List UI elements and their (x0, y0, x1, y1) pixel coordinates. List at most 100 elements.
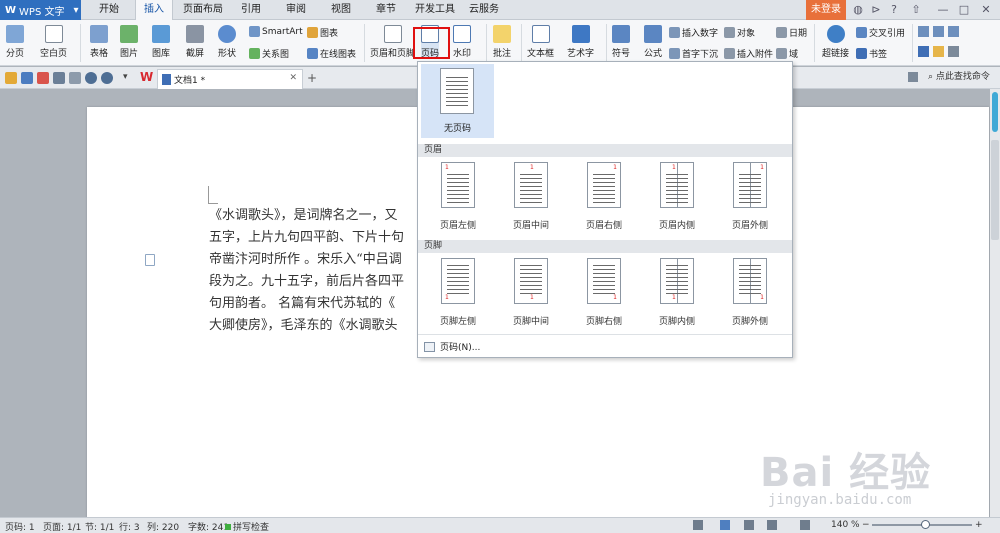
doc-line-3[interactable]: 帝凿汴河时所作 。宋乐入“中吕调 (209, 251, 402, 269)
formula-button[interactable]: 公式 (644, 25, 662, 59)
chevron-down-icon[interactable]: ▾ (123, 72, 128, 82)
blank-page-button[interactable]: 空白页 (40, 25, 67, 59)
ribbon-extra-icon-1[interactable] (918, 26, 929, 37)
tab-insert[interactable]: 插入 (135, 0, 173, 21)
cross-ref-button[interactable]: 交叉引用 (856, 26, 905, 39)
zoom-in-icon[interactable]: + (975, 520, 983, 530)
header-outside-option[interactable]: 1 页眉外侧 (715, 160, 785, 232)
page-break-button[interactable]: 分页 (6, 25, 24, 59)
picture-button[interactable]: 图片 (120, 25, 138, 59)
date-button[interactable]: 日期 (776, 26, 807, 39)
tab-review[interactable]: 审阅 (277, 0, 315, 20)
bookmark-button[interactable]: 书签 (856, 47, 887, 60)
watermark-button[interactable]: 水印 (453, 25, 471, 59)
tab-cloud[interactable]: 云服务 (464, 0, 504, 20)
footer-right-option[interactable]: 1 页脚右侧 (569, 256, 639, 328)
paragraph-icon[interactable] (145, 254, 155, 266)
drop-cap-button[interactable]: 首字下沉 (669, 47, 718, 60)
ribbon-extra-icon-4[interactable] (918, 46, 929, 57)
pdf-icon[interactable] (37, 72, 49, 84)
zoom-out-icon[interactable]: − (862, 520, 870, 530)
close-icon[interactable]: ✕ (978, 0, 994, 20)
comment-button[interactable]: 批注 (493, 25, 511, 59)
no-page-number-option[interactable]: 无页码 (421, 64, 494, 138)
footer-outside-option[interactable]: 1 页脚外侧 (715, 256, 785, 328)
header-right-option[interactable]: 1 页眉右侧 (569, 160, 639, 232)
scrollbar-thumb[interactable] (991, 140, 999, 240)
ribbon-toggle-icon[interactable] (908, 72, 918, 82)
tab-chapter[interactable]: 章节 (367, 0, 405, 20)
doc-line-4[interactable]: 段为之。九十五字，前后片各四平 (209, 273, 404, 291)
app-menu-button[interactable]: W WPS 文字 ▾ (0, 0, 81, 20)
doc-line-6[interactable]: 大卿使房》，毛泽东的《水调歌头 (209, 317, 398, 335)
smartart-button[interactable]: SmartArt (249, 26, 303, 37)
page-number-settings-icon (424, 341, 435, 352)
page-number-settings-item[interactable]: 页码(N)... (424, 340, 480, 353)
tab-references[interactable]: 引用 (232, 0, 270, 20)
tab-home[interactable]: 开始 (90, 0, 128, 20)
hyperlink-button[interactable]: 超链接 (822, 25, 849, 59)
new-tab-icon[interactable]: + (307, 71, 317, 85)
header-footer-button[interactable]: 页眉和页脚 (370, 25, 415, 59)
print-icon[interactable] (53, 72, 65, 84)
share-icon[interactable]: ⊳ (868, 0, 884, 20)
pi-icon (644, 25, 662, 43)
close-tab-icon[interactable]: ✕ (289, 73, 297, 83)
header-left-option[interactable]: 1 页眉左侧 (423, 160, 493, 232)
maximize-icon[interactable]: □ (956, 0, 972, 20)
command-search[interactable]: ⌕ 点此查找命令 (928, 69, 990, 82)
status-page[interactable]: 页码: 1 (5, 520, 35, 533)
doc-line-5[interactable]: 句用韵者。 名篇有宋代苏轼的《 (209, 295, 395, 313)
wordart-button[interactable]: 艺术字 (567, 25, 594, 59)
ribbon-extra-icon-5[interactable] (933, 46, 944, 57)
screenshot-button[interactable]: 截屏 (186, 25, 204, 59)
preview-icon[interactable] (69, 72, 81, 84)
tab-page-layout[interactable]: 页面布局 (178, 0, 228, 20)
object-button[interactable]: 对象 (724, 26, 755, 39)
footer-inside-option[interactable]: 1 页脚内侧 (642, 256, 712, 328)
doc-line-1[interactable]: 《水调歌头》，是词牌名之一，又 (209, 207, 398, 225)
lock-icon[interactable] (948, 46, 959, 57)
shape-button[interactable]: 形状 (218, 25, 236, 59)
attachment-button[interactable]: 插入附件 (724, 47, 773, 60)
wps-home-icon[interactable]: W (140, 70, 153, 84)
symbol-button[interactable]: 符号 (612, 25, 630, 59)
table-button[interactable]: 表格 (90, 25, 108, 59)
tab-developer[interactable]: 开发工具 (410, 0, 460, 20)
zoom-side-slider[interactable] (992, 92, 998, 132)
skin-icon[interactable]: ◍ (850, 0, 866, 20)
online-chart-button[interactable]: 在线图表 (307, 47, 356, 60)
footer-left-option[interactable]: 1 页脚左侧 (423, 256, 493, 328)
upload-icon[interactable]: ⇧ (908, 0, 924, 20)
ribbon-extra-icon-2[interactable] (933, 26, 944, 37)
outline-view-icon[interactable] (744, 520, 754, 530)
tab-document-1[interactable]: 文档1 * ✕ (157, 69, 303, 89)
page-view-icon[interactable] (720, 520, 730, 530)
save-icon[interactable] (21, 72, 33, 84)
header-center-option[interactable]: 1 页眉中间 (496, 160, 566, 232)
ribbon-extra-icon-3[interactable] (948, 26, 959, 37)
tab-view[interactable]: 视图 (322, 0, 360, 20)
relation-button[interactable]: 关系图 (249, 47, 289, 60)
textbox-button[interactable]: 文本框 (527, 25, 554, 59)
insert-number-button[interactable]: 插入数字 (669, 26, 718, 39)
zoom-slider-knob[interactable] (921, 520, 930, 529)
status-words[interactable]: 字数: 241 (188, 520, 229, 533)
undo-icon[interactable] (85, 72, 97, 84)
minimize-icon[interactable]: — (935, 0, 951, 20)
reading-view-icon[interactable] (800, 520, 810, 530)
header-inside-option[interactable]: 1 页眉内侧 (642, 160, 712, 232)
login-button[interactable]: 未登录 (806, 0, 846, 20)
zoom-level[interactable]: 140 % (831, 520, 860, 530)
footer-center-option[interactable]: 1 页脚中间 (496, 256, 566, 328)
doc-line-2[interactable]: 五字，上片九句四平韵、下片十句 (209, 229, 404, 247)
spell-check-toggle[interactable]: 拼写检查 (225, 520, 269, 533)
chart-button[interactable]: 图表 (307, 26, 338, 39)
redo-icon[interactable] (101, 72, 113, 84)
full-screen-icon[interactable] (693, 520, 703, 530)
help-icon[interactable]: ? (886, 0, 902, 20)
open-folder-icon[interactable] (5, 72, 17, 84)
gallery-button[interactable]: 图库 (152, 25, 170, 59)
field-button[interactable]: 域 (776, 47, 798, 60)
web-view-icon[interactable] (767, 520, 777, 530)
